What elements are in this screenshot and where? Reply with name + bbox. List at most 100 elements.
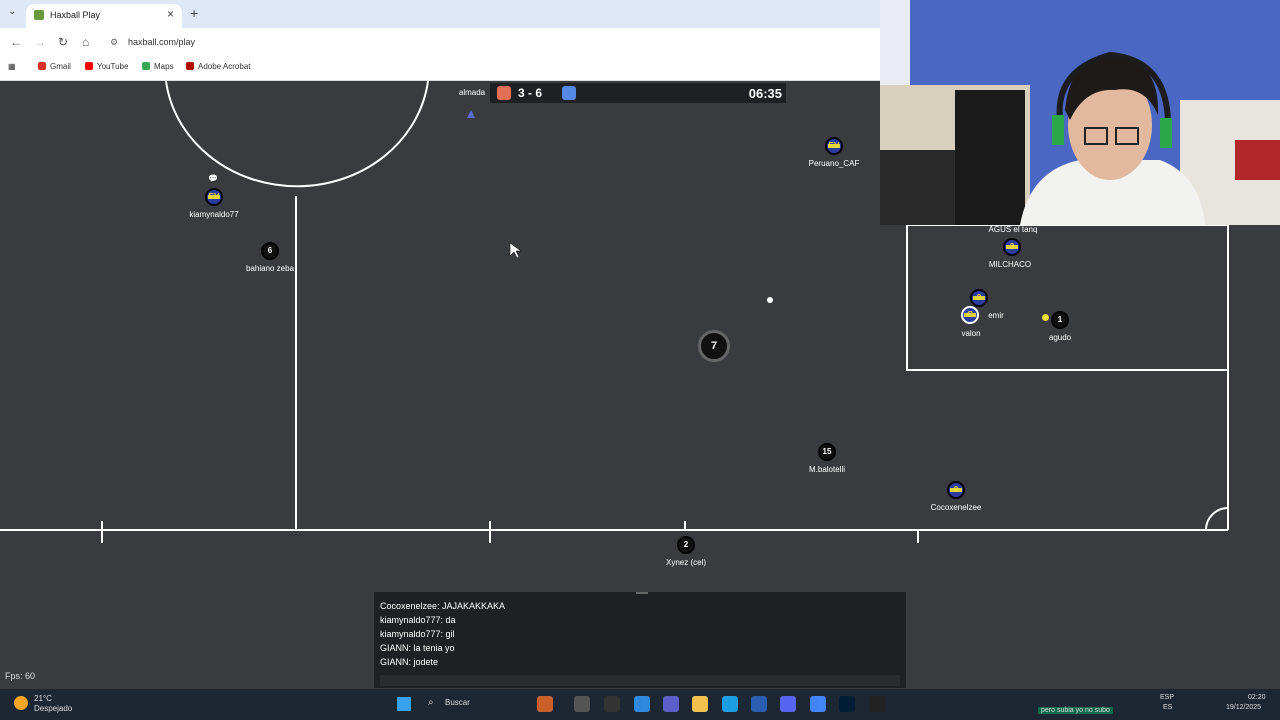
chat-message: GIANN: la tenia yo (380, 643, 455, 653)
corner-arc-line (1205, 507, 1229, 531)
tab-title: Haxball Play (50, 10, 101, 20)
controlled-player-disc: 7 (698, 330, 730, 362)
player-disc: 2 (677, 536, 695, 554)
clock-date[interactable]: 19/12/2025 (1226, 704, 1261, 711)
close-tab-icon[interactable]: × (167, 7, 174, 21)
player-name: AGUS el tanq (988, 225, 1038, 234)
gmail-icon (38, 62, 46, 70)
forward-icon[interactable]: → (34, 35, 46, 49)
player-disc: EV (825, 137, 843, 155)
notification-banner: pero subia yo no subo (1038, 707, 1113, 714)
player-name: almada (458, 88, 486, 97)
player-disc: 8 (970, 289, 988, 307)
bookmark-maps[interactable]: Maps (142, 62, 174, 71)
teams-icon[interactable] (663, 696, 679, 712)
taskbar: 21°C Despejado ⌕ Buscar pero subia yo no… (0, 689, 1280, 720)
obs-icon[interactable] (869, 696, 885, 712)
player-name: Peruano_CAF (808, 159, 860, 168)
bookmarks-bar: ▦ Gmail YouTube Maps Adobe Acrobat (0, 56, 880, 81)
player-name: valon (961, 329, 981, 338)
player-disc: 15 (818, 443, 836, 461)
reload-icon[interactable]: ↻ (58, 35, 68, 49)
home-icon[interactable]: ⌂ (82, 35, 89, 49)
player-name: agudo (1048, 333, 1072, 342)
bookmark-youtube[interactable]: YouTube (85, 62, 128, 71)
new-tab-icon[interactable]: + (190, 5, 198, 21)
blue-team-badge (562, 86, 576, 100)
player-disc: C (961, 306, 979, 324)
back-icon[interactable]: ← (10, 35, 22, 49)
player-disc: 6 (261, 242, 279, 260)
acrobat-icon (186, 62, 194, 70)
chat-input[interactable] (380, 675, 900, 686)
browser-toolbar: ← → ↻ ⌂ ⚙ haxball.com/play (0, 28, 880, 56)
weather-temp: 21°C (34, 694, 52, 703)
chat-resize-handle[interactable] (636, 592, 648, 594)
player-disc: EV (205, 188, 223, 206)
url-text: haxball.com/play (128, 37, 196, 47)
player-name: Cocoxenelzee (930, 503, 982, 512)
store-icon[interactable] (751, 696, 767, 712)
file-explorer-icon[interactable] (692, 696, 708, 712)
penalty-box-line (906, 224, 1229, 371)
address-bar[interactable]: ⚙ haxball.com/play (106, 32, 876, 52)
chat-panel: Cocoxenelzee: JAJAKAKKAKA kiamynaldo777:… (374, 592, 906, 688)
maps-icon (142, 62, 150, 70)
pointer-triangle (467, 110, 475, 118)
fps-counter: Fps: 60 (5, 671, 36, 681)
player-name: kiamynaldo77 (189, 210, 239, 219)
mouse-cursor-icon (509, 242, 522, 259)
chat-message: kiamynaldo777: da (380, 615, 456, 625)
youtube-icon (85, 62, 93, 70)
site-info-icon[interactable]: ⚙ (110, 32, 118, 52)
copilot-icon[interactable] (634, 696, 650, 712)
player-name: bahiano zeba (245, 264, 295, 273)
score-text: 3 - 6 (518, 86, 543, 100)
bookmark-label: YouTube (97, 62, 129, 71)
center-circle-line (165, 81, 429, 188)
chat-message: Cocoxenelzee: JAJAKAKKAKA (380, 601, 506, 611)
bookmark-label: Maps (154, 62, 174, 71)
bookmark-label: Adobe Acrobat (198, 62, 251, 71)
search-icon[interactable]: ⌕ (428, 697, 434, 708)
player-name: M.balotelli (808, 465, 846, 474)
browser-tab[interactable]: Haxball Play × (26, 4, 182, 28)
chat-bubble-icon: 💬 (208, 174, 218, 183)
player-name: MILCHACO (988, 260, 1032, 269)
bookmark-gmail[interactable]: Gmail (38, 62, 71, 71)
task-view-icon[interactable] (574, 696, 590, 712)
ball-icon (1042, 314, 1049, 321)
browser-tabbar: ⌄ Haxball Play × + (0, 0, 880, 28)
player-name: emir (988, 311, 1004, 320)
capcut-icon[interactable] (604, 696, 620, 712)
language-indicator[interactable]: ESP (1160, 694, 1174, 701)
bookmark-acrobat[interactable]: Adobe Acrobat (186, 62, 250, 71)
chrome-icon[interactable] (810, 696, 826, 712)
player-disc: 3 (1003, 238, 1021, 256)
player-disc: 1 (1051, 311, 1069, 329)
player-disc: 8 (947, 481, 965, 499)
bookmark-label: Gmail (50, 62, 71, 71)
apps-icon[interactable]: ▦ (8, 62, 16, 71)
clock-time[interactable]: 02:20 (1248, 694, 1266, 701)
scoreboard: 3 - 6 06:35 (490, 83, 786, 103)
taskbar-search[interactable]: Buscar (445, 698, 470, 707)
weather-icon[interactable] (14, 696, 28, 710)
player-name: Xynez (cel) (665, 558, 707, 567)
webcam-overlay (880, 0, 1280, 225)
weather-desc: Despejado (34, 704, 73, 713)
webcam-feed-image (880, 0, 1280, 225)
windows-start-icon[interactable] (397, 697, 411, 711)
discord-icon[interactable] (780, 696, 796, 712)
ball-marker (767, 297, 773, 303)
chat-message: kiamynaldo777: gil (380, 629, 455, 639)
chat-message: GIANN: jodete (380, 657, 439, 667)
widget-app-icon[interactable] (537, 696, 553, 712)
tab-list-icon[interactable]: ⌄ (8, 6, 16, 17)
language-indicator-2[interactable]: ES (1163, 704, 1172, 711)
red-team-badge (497, 86, 511, 100)
photoshop-icon[interactable] (839, 696, 855, 712)
match-timer: 06:35 (748, 86, 782, 101)
haxball-favicon-icon (34, 10, 44, 20)
edge-icon[interactable] (722, 696, 738, 712)
